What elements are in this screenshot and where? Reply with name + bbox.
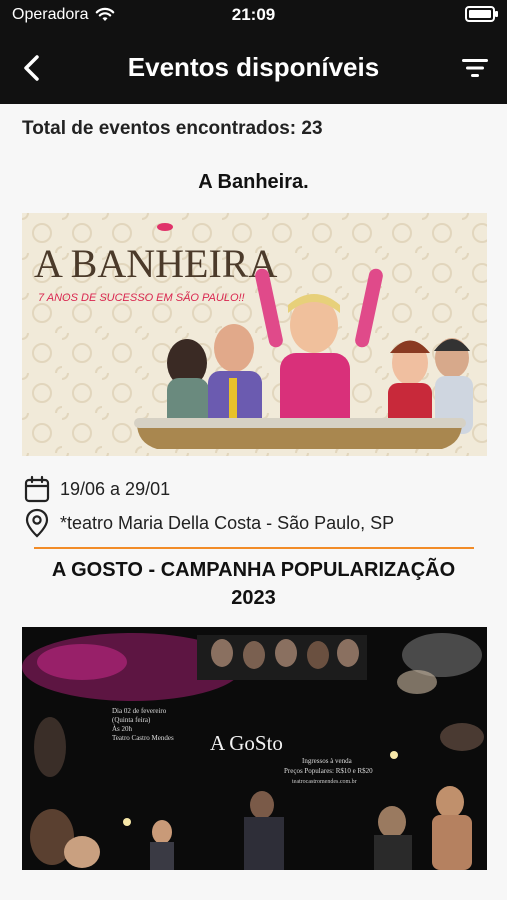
event-poster[interactable]: Dia 02 de fevereiro (Quinta feira) Às 20… — [22, 627, 487, 870]
poster-info-line: teatrocastromendes.com.br — [292, 779, 357, 785]
calendar-icon — [22, 474, 52, 504]
poster-info-line: Dia 02 de fevereiro — [112, 707, 167, 715]
event-location: *teatro Maria Della Costa - São Paulo, S… — [60, 512, 395, 533]
event-location-row: *teatro Maria Della Costa - São Paulo, S… — [22, 508, 394, 538]
page-title: Eventos disponíveis — [127, 52, 380, 82]
total-events-label: Total de eventos encontrados: 23 — [22, 118, 323, 139]
app-header: Operadora 21:09 Eventos disponíveis — [0, 0, 507, 104]
event-date-row: 19/06 a 29/01 — [22, 474, 170, 504]
filter-button[interactable] — [457, 50, 493, 86]
event-title[interactable]: A GOSTO - CAMPANHA POPULARIZAÇÃO 2023 — [0, 556, 507, 612]
filter-icon — [462, 59, 488, 77]
poster-info-line: Ingressos à venda — [302, 757, 353, 765]
nav-bar: Eventos disponíveis — [0, 36, 507, 98]
poster-headline: A BANHEIRA — [34, 241, 277, 286]
event-poster[interactable]: A BANHEIRA 7 ANOS DE SUCESSO EM SÃO PAUL… — [22, 213, 487, 456]
event-divider — [34, 547, 474, 549]
event-date: 19/06 a 29/01 — [60, 478, 171, 499]
poster-info-line: (Quinta feira) — [112, 716, 151, 724]
poster-info-line: Preços Populares: R$10 e R$20 — [284, 767, 373, 775]
battery-icon — [465, 6, 498, 22]
location-pin-icon — [22, 508, 52, 538]
poster-headline: A GoSto — [210, 731, 283, 755]
status-bar: Operadora 21:09 — [0, 0, 507, 32]
poster-tagline: 7 ANOS DE SUCESSO EM SÃO PAULO!! — [38, 291, 245, 304]
status-time: 21:09 — [231, 5, 276, 24]
event-title[interactable]: A Banheira. — [0, 168, 507, 196]
poster-info-line: Às 20h — [112, 725, 133, 733]
poster-info-line: Teatro Castro Mendes — [112, 734, 174, 742]
